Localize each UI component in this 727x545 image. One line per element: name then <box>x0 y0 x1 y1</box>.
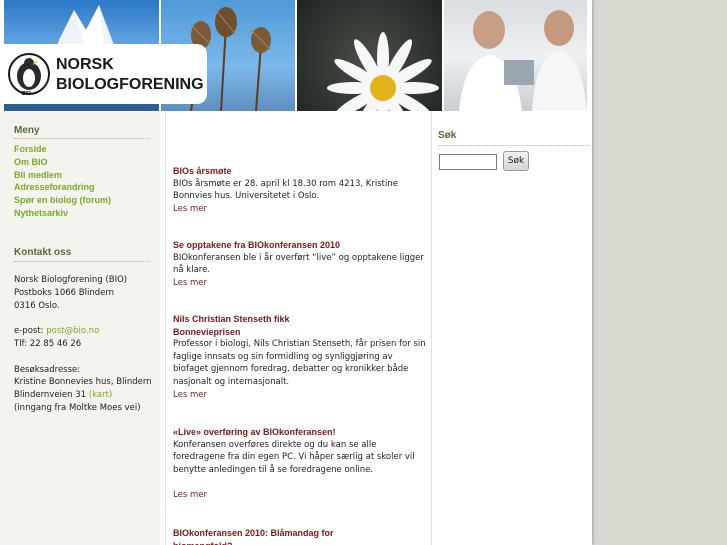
search-button[interactable]: Søk <box>503 151 529 171</box>
logo-emblem-icon: BIO <box>7 50 51 100</box>
news-body: Professor i biologi, Nils Christian Sten… <box>173 339 426 387</box>
logo-line1: NORSK <box>56 56 114 73</box>
news-read-more-link[interactable]: Les mer <box>173 203 427 216</box>
contact-postbox: Postboks 1066 Blindern <box>14 287 115 298</box>
contact-visit-line1: Kristine Bonnevies hus, Blindern <box>14 377 152 388</box>
news-item: Nils Christian Stenseth fikk Bonneviepri… <box>173 313 427 401</box>
logo-text: NORSK BIOLOGFORENING <box>56 55 204 95</box>
logo[interactable]: BIO NORSK BIOLOGFORENING <box>4 44 207 104</box>
menu-item-om-bio[interactable]: Om BIO <box>14 156 111 169</box>
logo-mark-text: BIO <box>22 91 31 97</box>
contact-email-phone: e-post: post@bio.no Tlf: 22 85 46 26 <box>14 325 158 351</box>
contact-visit: Besøksadresse: Kristine Bonnevies hus, B… <box>14 364 158 415</box>
contact-email-label: e-post: <box>14 326 47 337</box>
photo-daisy-flower <box>297 0 442 111</box>
contact-city: 0316 Oslo. <box>14 300 60 311</box>
contact-email-link[interactable]: post@bio.no <box>46 326 99 336</box>
news-column: BIOs årsmøte BIOs årsmøte er 28. april k… <box>165 112 432 545</box>
news-body: BIOkonferansen ble i år overført “live” … <box>173 252 424 276</box>
news-item: BIOkonferansen 2010: Blåmandag for bioma… <box>173 527 427 545</box>
news-title[interactable]: BIOs årsmøte <box>173 165 427 178</box>
menu-item-adresseforandring[interactable]: Adresseforandring <box>14 181 111 194</box>
contact-org: Norsk Biologforening (BIO) <box>14 275 128 285</box>
news-item: «Live» overføring av BIOkonferansen! Kon… <box>173 426 427 502</box>
menu-item-forside[interactable]: Forside <box>14 143 111 156</box>
search-divider <box>438 145 588 146</box>
menu-item-nythetsarkiv[interactable]: Nythetsarkiv <box>14 207 111 220</box>
news-title[interactable]: «Live» overføring av BIOkonferansen! <box>173 426 427 439</box>
search-heading: Søk <box>438 130 457 141</box>
contact-phone: Tlf: 22 85 46 26 <box>14 338 82 349</box>
news-body: Konferansen overføres direkte og du kan … <box>173 439 415 475</box>
contact-map-link[interactable]: (kart) <box>89 390 112 400</box>
search-input[interactable] <box>439 154 497 170</box>
contact-visit-line2: Blindernveien 31 <box>14 390 89 401</box>
contact-block: Norsk Biologforening (BIO) Postboks 1066… <box>14 274 158 428</box>
sidebar: Meny Forside Om BIO Bli medlem Adressefo… <box>0 112 160 545</box>
search-column: Søk Søk <box>432 112 592 545</box>
news-body: BIOs årsmøte er 28. april kl 18.30 rom 4… <box>173 178 398 202</box>
page: BIO NORSK BIOLOGFORENING Meny Forside Om… <box>0 0 592 545</box>
contact-visit-line3: (inngang fra Moltke Moes vei) <box>14 402 141 413</box>
news-item: BIOs årsmøte BIOs årsmøte er 28. april k… <box>173 165 427 215</box>
news-item: Se opptakene fra BIOkonferansen 2010 BIO… <box>173 239 427 289</box>
news-title[interactable]: BIOkonferansen 2010: Blåmandag for bioma… <box>173 527 353 545</box>
news-title[interactable]: Se opptakene fra BIOkonferansen 2010 <box>173 239 427 252</box>
menu-divider <box>14 138 150 139</box>
contact-address: Norsk Biologforening (BIO) Postboks 1066… <box>14 274 158 312</box>
news-title[interactable]: Nils Christian Stenseth fikk Bonneviepri… <box>173 313 303 338</box>
photo-lab-scientists <box>444 0 587 111</box>
logo-line2: BIOLOGFORENING <box>56 76 204 93</box>
contact-divider <box>14 261 150 262</box>
menu-item-spor-en-biolog[interactable]: Spør en biolog (forum) <box>14 194 111 207</box>
contact-visit-label: Besøksadresse: <box>14 364 81 375</box>
contact-heading: Kontakt oss <box>14 247 72 258</box>
menu-item-bli-medlem[interactable]: Bli medlem <box>14 169 111 182</box>
news-read-more-link[interactable]: Les mer <box>173 389 427 402</box>
news-read-more-link[interactable]: Les mer <box>173 277 427 290</box>
menu-heading: Meny <box>14 125 40 136</box>
menu-list: Forside Om BIO Bli medlem Adresseforandr… <box>14 143 111 220</box>
news-read-more-link[interactable]: Les mer <box>173 489 427 502</box>
header-banner: BIO NORSK BIOLOGFORENING <box>0 0 592 112</box>
